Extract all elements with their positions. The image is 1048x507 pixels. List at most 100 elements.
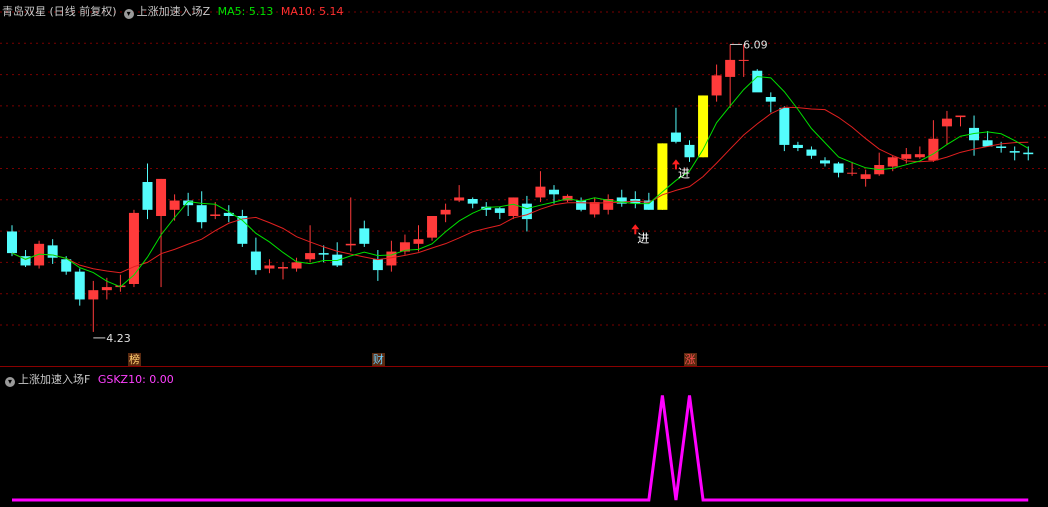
event-badge-cai[interactable]: 财 [371,353,385,366]
candle [454,185,465,203]
entry-arrow-icon [671,159,680,165]
main-header: 青岛双星 (日线 前复权) ▾ 上涨加速入场Z MA5: 5.13 MA10: 5.… [2,3,348,19]
candle-body [372,259,383,271]
candle-body [1023,152,1034,155]
candle [698,95,709,158]
candle [250,237,261,275]
entry-signal-label: 进 [678,166,690,180]
candle-body [955,115,966,118]
sub-indicator-name[interactable]: 上涨加速入场F [18,373,90,386]
candle [535,171,546,203]
candle-body [698,95,709,158]
candle [278,262,288,280]
candle-body [535,186,546,198]
candle-body [576,200,587,210]
sub-header: ▾ 上涨加速入场F GSKZ10: 0.00 [2,371,178,387]
event-badge-zhang[interactable]: 涨 [683,353,697,366]
candle-body [996,146,1007,148]
candle [914,146,925,159]
candle-body [752,70,763,93]
candle [752,69,763,93]
candle [237,209,248,247]
candle [142,163,153,220]
chevron-down-icon[interactable]: ▾ [5,377,15,387]
candle-body [305,253,316,260]
candle [359,220,370,247]
candle-body [847,172,858,174]
candle [603,194,614,215]
candle-body [359,228,370,244]
candle [725,44,736,108]
candle [7,225,17,257]
candle [1023,146,1034,161]
entry-arrow-icon [631,224,640,230]
candle-body [670,132,681,142]
candle [616,189,627,207]
candle-body [738,59,749,61]
main-price-chart: 4.236.09 进进 [0,11,1048,367]
candle [467,197,478,209]
candle [494,206,505,220]
candle [711,64,722,102]
candle [20,250,31,267]
event-badge-bang[interactable]: 榜 [127,353,141,366]
candle [332,242,343,267]
candle [955,115,966,127]
candle-body [427,216,438,238]
candle-body [142,182,153,210]
indicator-name[interactable]: 上涨加速入场Z [137,5,211,18]
candle [440,203,451,223]
candle-body [128,212,139,284]
candle-body [291,262,302,269]
candle [47,239,58,264]
candle-body [860,174,871,179]
candle-body [806,149,817,156]
candle-body [725,59,736,77]
candle-body [264,265,275,269]
candle [982,131,993,147]
ma5-value: MA5: 5.13 [217,5,274,18]
stock-title[interactable]: 青岛双星 (日线 前复权) [2,5,117,18]
candle [820,157,830,167]
candle [589,197,600,218]
candle-body [196,205,207,223]
candle-body [156,178,167,216]
sub-indicator-chart [12,395,1029,502]
candle-body [765,97,776,102]
candle-body [684,144,695,158]
candle [806,146,817,159]
candle-body [278,267,288,269]
candle-body [711,75,722,96]
candle-body [887,157,898,167]
candle [941,110,952,145]
candle [61,256,72,275]
candle [779,106,790,152]
price-annotation-label: 4.23 [106,332,131,345]
candle [386,240,397,272]
candle [765,92,776,113]
price-annotation-label: 6.09 [743,38,768,51]
candle-body [914,154,925,158]
chevron-down-icon[interactable]: ▾ [123,9,134,19]
candle [183,192,194,216]
candle [860,169,871,187]
candle-body [88,290,99,300]
candle-body [521,203,532,220]
candle [833,161,844,178]
candle [508,197,519,220]
candlestick-series [7,44,1034,332]
candle [684,140,695,162]
candle-body [508,197,519,216]
candle [792,141,803,152]
candle [345,197,356,252]
candle-body [454,197,465,201]
candle-body [657,143,668,210]
candle-body [792,144,803,148]
candle-body [101,287,112,291]
gskz10-value: GSKZ10: 0.00 [97,373,174,386]
candle-body [169,200,180,210]
candle [74,268,85,306]
candle-body [833,163,844,173]
candle-body [7,231,17,254]
candle [196,191,207,229]
